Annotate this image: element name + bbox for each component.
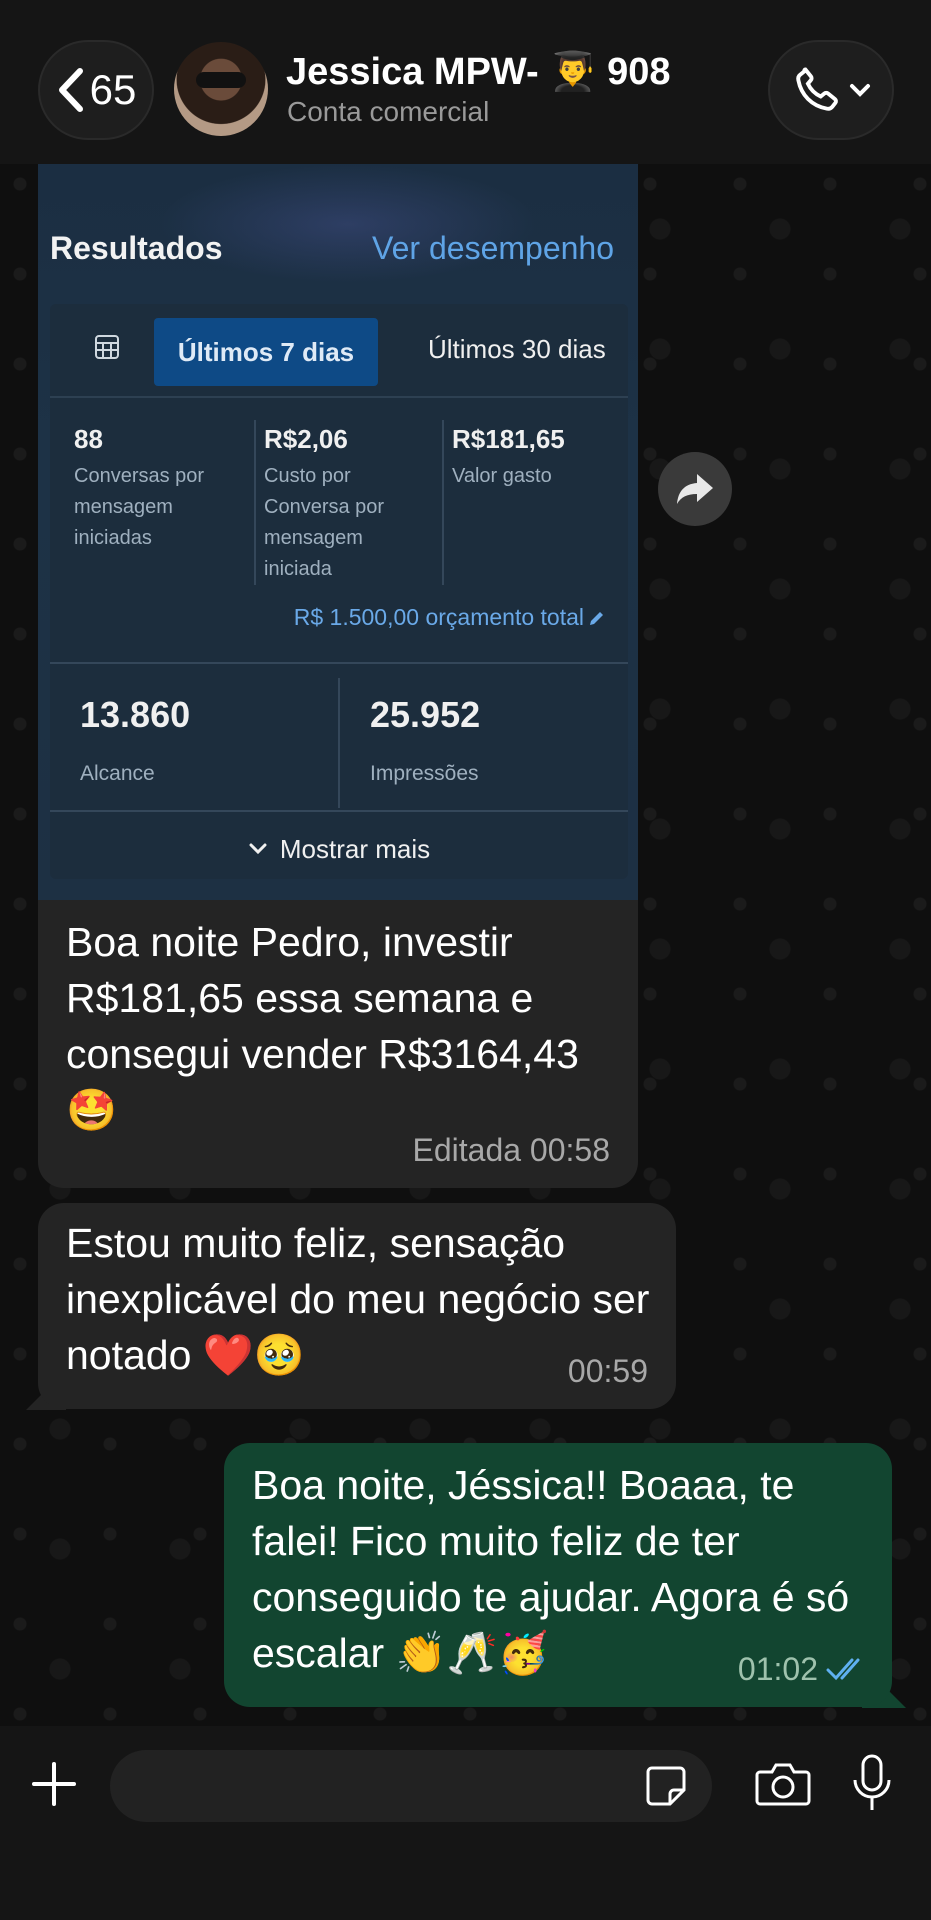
message-meta: Editada 00:58	[412, 1132, 611, 1168]
message-time: 00:59	[567, 1353, 648, 1389]
show-more-label: Mostrar mais	[279, 833, 431, 864]
reach-label: Alcance	[80, 762, 155, 785]
contact-name[interactable]: Jessica MPW- 👨‍🎓 908	[286, 50, 671, 94]
metric-cost-per-conversation: R$2,06 Custo por Conversa por mensagem i…	[264, 424, 434, 585]
metric-amount-spent: R$181,65 Valor gasto	[452, 424, 622, 492]
share-arrow-icon	[677, 474, 713, 504]
sticker-icon[interactable]	[644, 1764, 688, 1808]
camera-icon[interactable]	[754, 1760, 812, 1808]
phone-icon	[796, 67, 838, 111]
message-text: Boa noite Pedro, investir R$181,65 essa …	[66, 919, 579, 1133]
reach-value: 13.860	[80, 694, 191, 735]
budget-text: R$ 1.500,00 orçamento total	[293, 604, 584, 630]
call-button[interactable]	[768, 40, 894, 140]
metric-value: R$2,06	[264, 424, 348, 454]
contact-subtitle: Conta comercial	[287, 96, 490, 127]
metric-label: Custo por Conversa por mensagem iniciada	[264, 465, 385, 580]
unread-count: 65	[89, 66, 137, 113]
impressions-value: 25.952	[370, 694, 481, 735]
incoming-message[interactable]: Estou muito feliz, sensação inexplicável…	[38, 1203, 676, 1409]
back-button[interactable]: 65	[38, 40, 154, 140]
microphone-icon[interactable]	[850, 1754, 894, 1814]
outgoing-message[interactable]: Boa noite, Jéssica!! Boaaa, te falei! Fi…	[224, 1443, 892, 1707]
ad-results-card: Resultados Ver desempenho Últimos 7 dias…	[38, 164, 638, 900]
impressions-stat: 25.952 Impressões	[370, 694, 480, 786]
tab-last-30-days[interactable]: Últimos 30 dias	[428, 334, 606, 365]
chat-header: 65 Jessica MPW- 👨‍🎓 908 Conta comercial	[0, 0, 931, 164]
metric-label: Conversas por mensagem iniciadas	[74, 465, 205, 549]
total-budget-link[interactable]: R$ 1.500,00 orçamento total	[294, 604, 606, 631]
chevron-down-icon	[249, 843, 267, 855]
metric-conversations: 88 Conversas por mensagem iniciadas	[74, 424, 244, 554]
reach-stat: 13.860 Alcance	[80, 694, 190, 786]
message-input[interactable]	[134, 1750, 618, 1824]
metric-label: Valor gasto	[452, 465, 552, 487]
metric-value: 88	[74, 424, 103, 454]
chevron-down-icon	[850, 84, 870, 97]
plus-icon[interactable]	[30, 1760, 78, 1808]
chevron-left-icon	[58, 68, 83, 112]
results-panel: Últimos 7 dias Últimos 30 dias 88 Conver…	[50, 304, 628, 879]
view-performance-link[interactable]: Ver desempenho	[372, 230, 614, 267]
pencil-icon	[590, 611, 603, 625]
forward-button[interactable]	[658, 452, 732, 526]
incoming-message[interactable]: Boa noite Pedro, investir R$181,65 essa …	[38, 900, 638, 1188]
message-status: 01:02	[738, 1641, 868, 1697]
period-tabs: Últimos 7 dias Últimos 30 dias	[50, 304, 628, 398]
table-icon[interactable]	[94, 334, 120, 360]
message-input-wrapper	[110, 1750, 712, 1824]
metric-value: R$181,65	[452, 424, 565, 454]
results-title: Resultados	[50, 230, 223, 266]
double-check-icon	[826, 1658, 860, 1681]
tab-last-7-days[interactable]: Últimos 7 dias	[154, 318, 378, 386]
show-more-button[interactable]: Mostrar mais	[50, 824, 628, 874]
message-time: 01:02	[737, 1651, 818, 1687]
impressions-label: Impressões	[370, 762, 479, 785]
avatar[interactable]	[174, 42, 268, 136]
